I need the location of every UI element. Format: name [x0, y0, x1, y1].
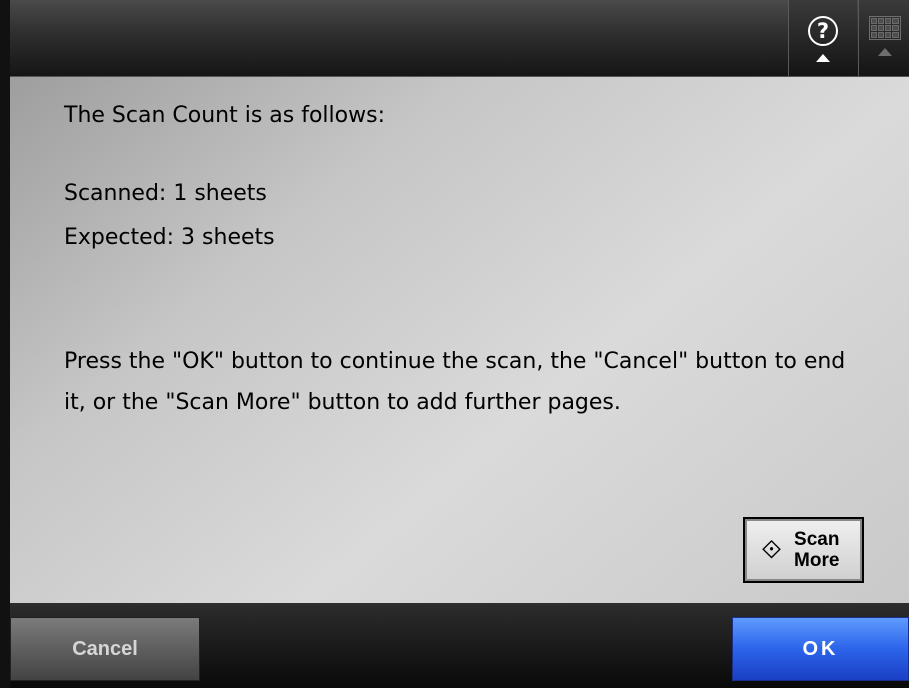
help-button[interactable]: ?	[788, 0, 857, 76]
keyboard-icon	[868, 16, 901, 40]
keyboard-button[interactable]	[858, 0, 909, 76]
instructions-text: Press the "OK" button to continue the sc…	[64, 349, 846, 415]
message-title: The Scan Count is as follows:	[64, 103, 385, 128]
expand-up-icon	[816, 54, 830, 62]
expand-up-icon	[877, 48, 892, 56]
expected-count: Expected: 3 sheets	[64, 225, 275, 250]
message-panel: The Scan Count is as follows: Scanned: 1…	[10, 76, 909, 605]
screen: ? The Scan Count is as follows: Scanned:…	[0, 0, 909, 688]
bottom-bar: Cancel OK	[10, 605, 909, 688]
scan-more-label-line1: Scan	[794, 529, 840, 550]
help-icon: ?	[808, 16, 838, 46]
scan-more-button[interactable]: ⟐ Scan More	[743, 517, 864, 583]
scan-more-label-line2: More	[794, 550, 840, 571]
ok-button[interactable]: OK	[732, 617, 909, 681]
top-bar: ?	[10, 0, 909, 76]
cancel-button[interactable]: Cancel	[10, 617, 200, 681]
scan-more-label: Scan More	[788, 529, 846, 571]
scanned-count: Scanned: 1 sheets	[64, 181, 267, 206]
diamond-start-icon: ⟐	[761, 535, 782, 565]
